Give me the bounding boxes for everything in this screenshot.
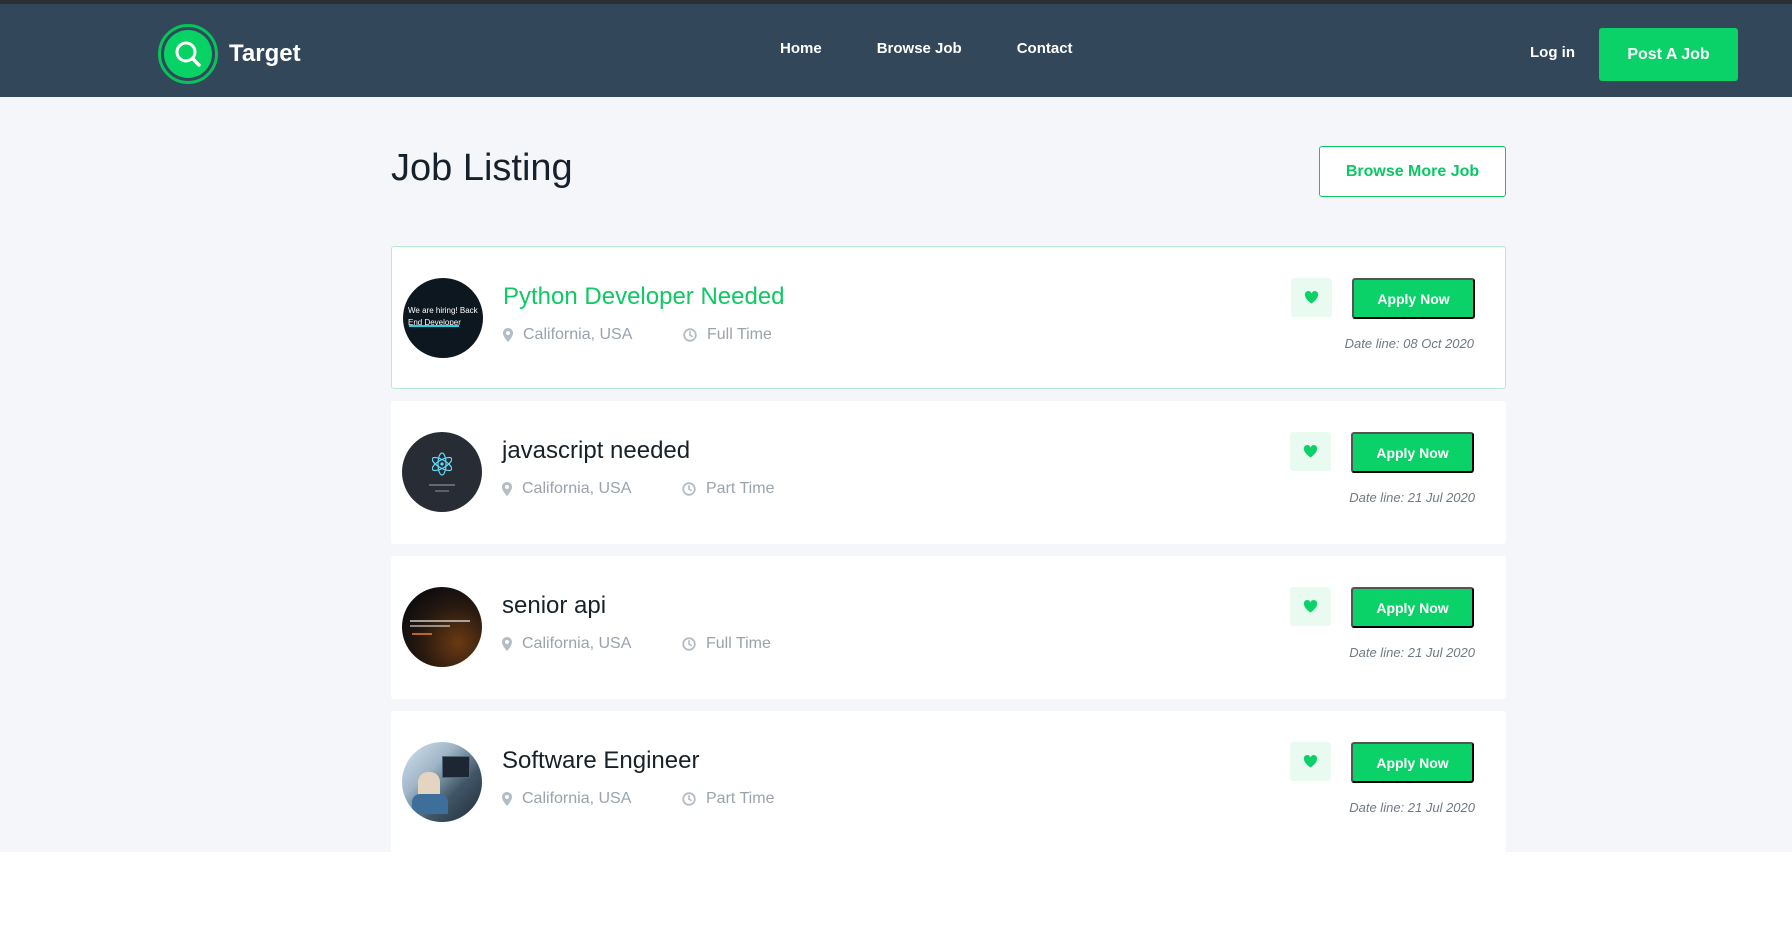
job-meta: California, USA Part Time xyxy=(502,790,774,808)
brand-name: Target xyxy=(229,40,301,67)
heart-icon xyxy=(1304,291,1319,304)
job-location: California, USA xyxy=(502,480,682,498)
clock-icon xyxy=(682,482,696,496)
brand-logo-link[interactable]: Target xyxy=(158,24,301,84)
nav-contact-link[interactable]: Contact xyxy=(1017,40,1073,57)
magnifier-icon xyxy=(158,24,218,84)
map-pin-icon xyxy=(503,328,513,342)
job-type-text: Full Time xyxy=(707,326,772,343)
job-card[interactable]: javascript needed California, USA Part T… xyxy=(391,401,1506,544)
clock-icon xyxy=(682,792,696,806)
browse-more-job-button[interactable]: Browse More Job xyxy=(1319,146,1506,197)
job-card[interactable]: senior api California, USA Full Time App… xyxy=(391,556,1506,699)
map-pin-icon xyxy=(502,637,512,651)
main-nav: Home Browse Job Contact xyxy=(780,40,1128,57)
map-pin-icon xyxy=(502,792,512,806)
apply-now-button[interactable]: Apply Now xyxy=(1351,587,1474,628)
job-title[interactable]: Software Engineer xyxy=(502,747,699,775)
job-title[interactable]: javascript needed xyxy=(502,437,690,465)
job-title[interactable]: senior api xyxy=(502,592,606,620)
job-type: Full Time xyxy=(683,326,772,344)
login-link[interactable]: Log in xyxy=(1530,44,1575,61)
job-location: California, USA xyxy=(502,790,682,808)
job-location: California, USA xyxy=(502,635,682,653)
favorite-button[interactable] xyxy=(1290,742,1331,781)
company-logo: We are hiring! Back End Developer xyxy=(403,278,483,358)
clock-icon xyxy=(683,328,697,342)
apply-now-button[interactable]: Apply Now xyxy=(1352,278,1475,319)
company-logo xyxy=(402,587,482,667)
map-pin-icon xyxy=(502,482,512,496)
favorite-button[interactable] xyxy=(1290,432,1331,471)
page: Target Home Browse Job Contact Log in Po… xyxy=(0,0,1792,948)
apply-now-button[interactable]: Apply Now xyxy=(1351,432,1474,473)
page-title: Job Listing xyxy=(391,147,573,189)
job-title[interactable]: Python Developer Needed xyxy=(503,283,785,311)
favorite-button[interactable] xyxy=(1291,278,1332,317)
job-deadline: Date line: 21 Jul 2020 xyxy=(1349,645,1475,660)
job-deadline: Date line: 21 Jul 2020 xyxy=(1349,800,1475,815)
job-card[interactable]: Software Engineer California, USA Part T… xyxy=(391,711,1506,852)
job-type: Part Time xyxy=(682,480,774,498)
heart-icon xyxy=(1303,755,1318,768)
react-atom-icon xyxy=(432,452,452,476)
job-deadline: Date line: 08 Oct 2020 xyxy=(1344,336,1474,351)
clock-icon xyxy=(682,637,696,651)
job-meta: California, USA Full Time xyxy=(502,635,771,653)
job-type-text: Part Time xyxy=(706,480,775,497)
job-type: Full Time xyxy=(682,635,771,653)
job-location: California, USA xyxy=(503,326,683,344)
heart-icon xyxy=(1303,600,1318,613)
job-location-text: California, USA xyxy=(522,480,632,497)
favorite-button[interactable] xyxy=(1290,587,1331,626)
job-type-text: Full Time xyxy=(706,635,771,652)
job-type-text: Part Time xyxy=(706,790,775,807)
job-type: Part Time xyxy=(682,790,774,808)
main-content: Job Listing Browse More Job We are hirin… xyxy=(0,97,1792,852)
apply-now-button[interactable]: Apply Now xyxy=(1351,742,1474,783)
job-location-text: California, USA xyxy=(522,635,632,652)
job-deadline: Date line: 21 Jul 2020 xyxy=(1349,490,1475,505)
job-card[interactable]: We are hiring! Back End Developer Python… xyxy=(391,246,1506,389)
job-meta: California, USA Part Time xyxy=(502,480,774,498)
company-logo xyxy=(402,742,482,822)
post-a-job-button[interactable]: Post A Job xyxy=(1599,28,1738,81)
company-logo xyxy=(402,432,482,512)
heart-icon xyxy=(1303,445,1318,458)
nav-browse-job-link[interactable]: Browse Job xyxy=(877,40,962,57)
job-location-text: California, USA xyxy=(522,790,632,807)
nav-home-link[interactable]: Home xyxy=(780,40,822,57)
navbar: Target Home Browse Job Contact Log in Po… xyxy=(0,4,1792,97)
job-meta: California, USA Full Time xyxy=(503,326,772,344)
job-location-text: California, USA xyxy=(523,326,633,343)
